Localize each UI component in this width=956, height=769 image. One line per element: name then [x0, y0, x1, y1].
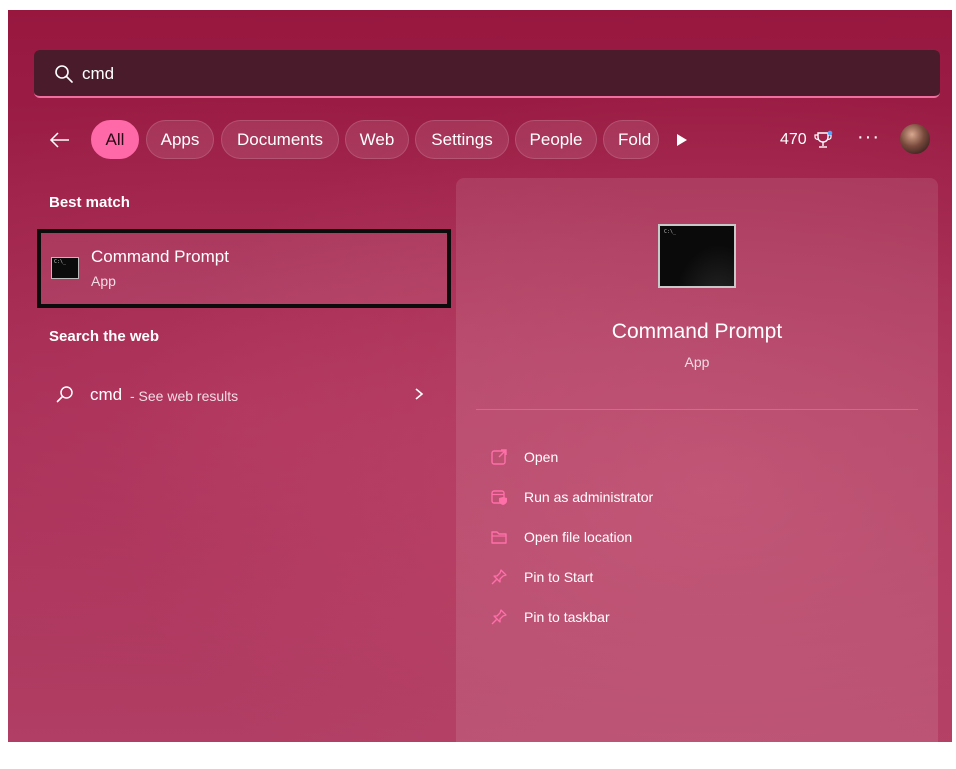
filter-people[interactable]: People: [515, 120, 597, 159]
result-type: App: [91, 273, 116, 289]
search-icon: [55, 65, 73, 83]
filter-apps[interactable]: Apps: [146, 120, 214, 159]
action-label: Open: [524, 449, 559, 465]
action-open[interactable]: Open: [490, 443, 790, 471]
search-input[interactable]: [82, 62, 682, 86]
chevron-right-icon: [415, 388, 424, 400]
action-label: Run as administrator: [524, 489, 654, 505]
action-label: Open file location: [524, 529, 633, 545]
preview-type: App: [684, 354, 710, 370]
pin-icon: [491, 569, 507, 585]
trophy-icon: [814, 130, 833, 148]
rewards-points[interactable]: 470: [780, 130, 833, 150]
best-match-heading: Best match: [49, 194, 130, 211]
more-options-icon[interactable]: ···: [857, 126, 880, 149]
action-run-as-admin[interactable]: Run as administrator: [490, 483, 790, 511]
preview-title: Command Prompt: [611, 320, 783, 343]
filter-folders[interactable]: Fold: [603, 120, 659, 159]
command-prompt-icon: C:\_: [51, 257, 79, 279]
scroll-right-icon[interactable]: [674, 131, 690, 149]
folder-icon: [491, 531, 507, 544]
web-query: cmd: [90, 385, 123, 404]
back-arrow-icon[interactable]: [48, 128, 72, 152]
start-search-panel: All Apps Documents Web Settings People F…: [8, 10, 952, 742]
action-label: Pin to Start: [524, 569, 594, 585]
points-value: 470: [780, 131, 807, 148]
filter-web[interactable]: Web: [345, 120, 409, 159]
open-external-icon: [491, 449, 507, 465]
web-suffix: - See web results: [130, 388, 239, 404]
action-pin-to-taskbar[interactable]: Pin to taskbar: [490, 603, 790, 631]
preview-pane: C:\_ Command Prompt App Open Run as admi…: [456, 178, 938, 742]
command-prompt-large-icon: C:\_: [658, 224, 736, 288]
shield-admin-icon: [491, 490, 507, 505]
filter-settings[interactable]: Settings: [415, 120, 509, 159]
pin-icon: [491, 609, 507, 625]
filter-documents[interactable]: Documents: [221, 120, 339, 159]
action-label: Pin to taskbar: [524, 609, 610, 625]
filter-all[interactable]: All: [91, 120, 139, 159]
action-pin-to-start[interactable]: Pin to Start: [490, 563, 790, 591]
filter-row: All Apps Documents Web Settings People F…: [34, 120, 944, 160]
best-match-result[interactable]: C:\_ Command Prompt App: [37, 229, 451, 308]
search-bar[interactable]: [34, 50, 940, 98]
web-search-result[interactable]: cmd - See web results: [44, 374, 448, 414]
divider: [476, 409, 918, 410]
web-search-icon: [56, 386, 73, 403]
action-open-file-location[interactable]: Open file location: [490, 523, 790, 551]
result-name: Command Prompt: [91, 247, 229, 266]
avatar[interactable]: [900, 124, 930, 154]
search-web-heading: Search the web: [49, 328, 160, 345]
